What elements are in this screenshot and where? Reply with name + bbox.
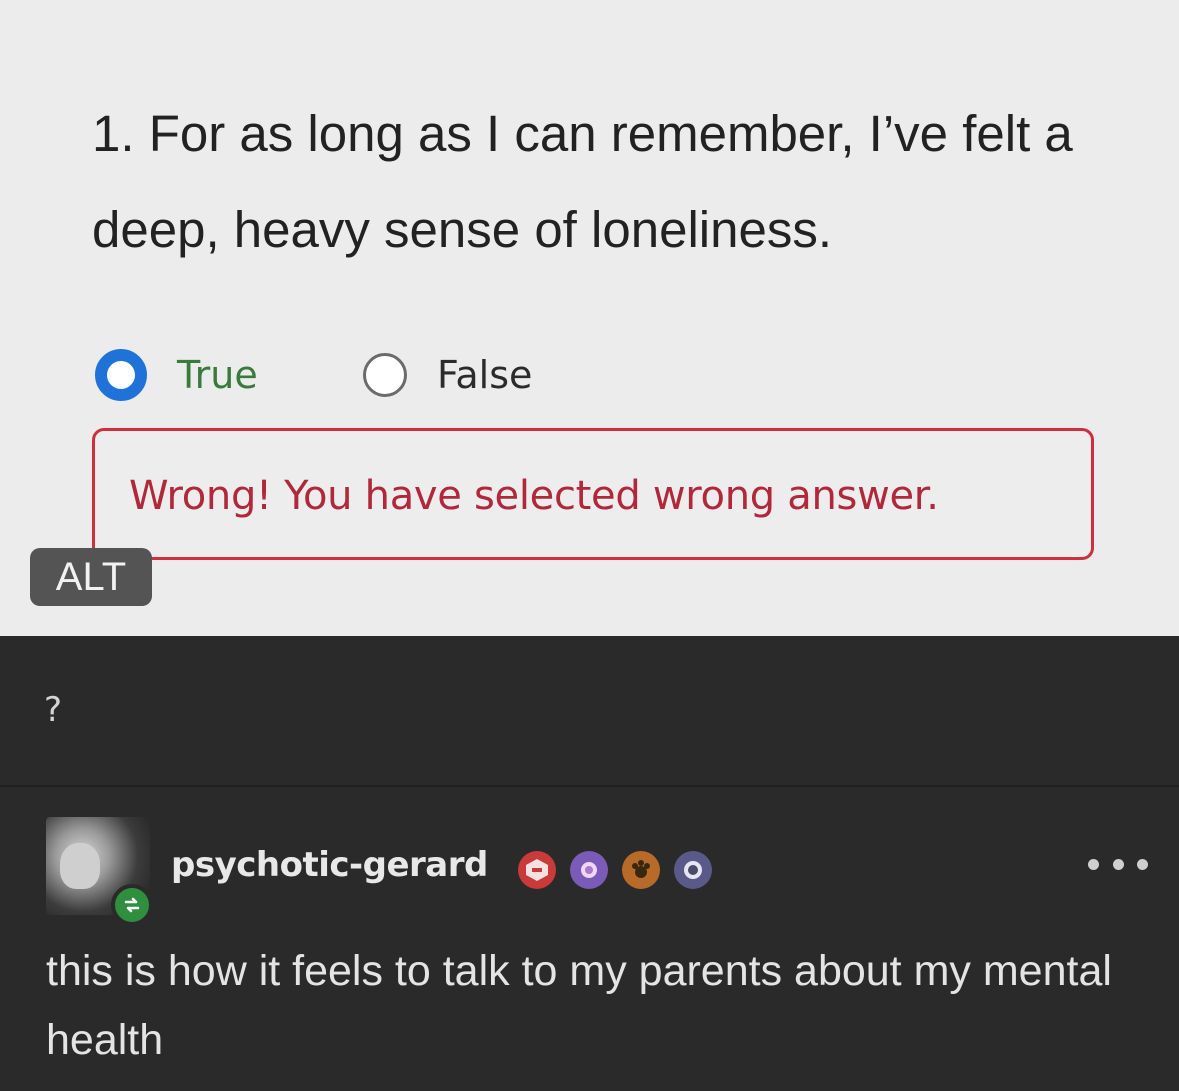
avatar-face-shape (60, 843, 100, 889)
error-message-box: Wrong! You have selected wrong answer. (92, 428, 1094, 560)
post-body-text: this is how it feels to talk to my paren… (46, 947, 1112, 1064)
badge-icon (518, 851, 556, 889)
error-message: Wrong! You have selected wrong answer. (129, 473, 939, 519)
dot (1088, 858, 1099, 870)
badge-icon (622, 851, 660, 889)
badge-icon (570, 851, 608, 889)
question-text: 1. For as long as I can remember, I’ve f… (92, 105, 1073, 258)
reblog-post: psychotic-gerard this is how it feels to… (0, 787, 1179, 1091)
dot (1112, 858, 1124, 870)
more-options-icon[interactable] (1088, 849, 1148, 879)
caption-text: ? (44, 690, 63, 730)
option-label-true: True (177, 353, 258, 397)
radio-unselected-icon[interactable] (363, 353, 407, 397)
option-true[interactable]: True (95, 343, 258, 407)
username-link[interactable]: psychotic-gerard (171, 845, 488, 885)
option-false[interactable]: False (363, 343, 532, 407)
caption-section: ? (0, 636, 1179, 786)
dot (1137, 858, 1148, 870)
reblog-icon (111, 884, 153, 926)
quiz-screenshot: 1. For as long as I can remember, I’ve f… (0, 0, 1179, 636)
radio-selected-icon[interactable] (95, 349, 147, 401)
badge-icon (674, 851, 712, 889)
option-label-false: False (437, 353, 533, 397)
user-badges (518, 850, 726, 890)
alt-text-badge[interactable]: ALT (30, 548, 152, 606)
